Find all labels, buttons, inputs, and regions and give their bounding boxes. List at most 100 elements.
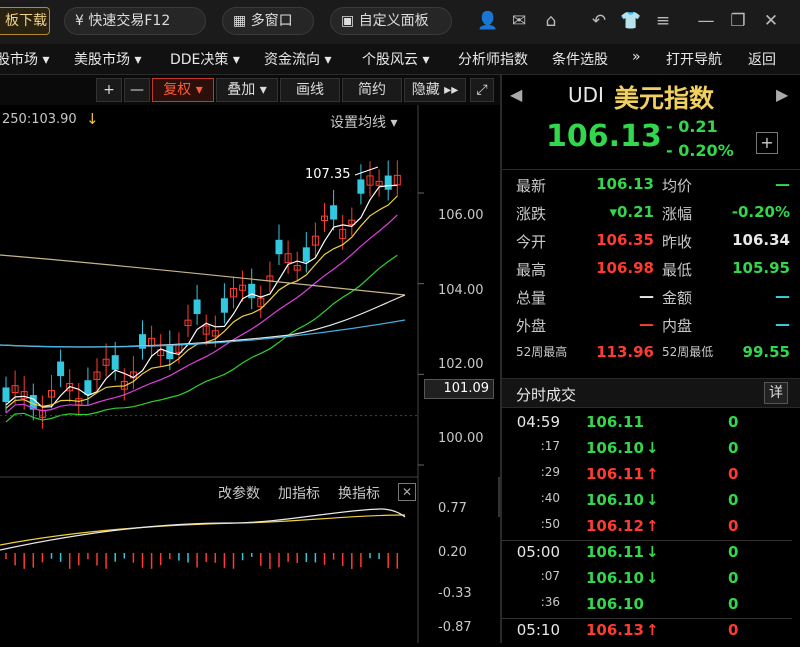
fuquan-button[interactable]: 复权 ▾ bbox=[152, 78, 214, 102]
hide-button[interactable]: 隐藏 ▸▸ bbox=[404, 78, 466, 102]
tick-row: :29 106.11 ↑ 0 bbox=[502, 465, 792, 491]
tick-time: :07 bbox=[540, 569, 560, 583]
candle bbox=[275, 239, 283, 255]
custom-panel-label: 自定义面板 bbox=[358, 13, 429, 29]
tick-row: 05:00 106.11 ↓ 0 bbox=[502, 543, 792, 569]
quote-value: ▾0.21 bbox=[609, 203, 654, 221]
add-indicator-link[interactable]: 加指标 bbox=[278, 483, 320, 503]
menu-item-dde[interactable]: DDE决策 ▾ bbox=[170, 49, 240, 69]
candle bbox=[111, 355, 119, 370]
menu-more[interactable]: » bbox=[632, 49, 641, 65]
change-params-link[interactable]: 改参数 bbox=[218, 483, 260, 503]
price-change: - 0.21 bbox=[666, 117, 718, 136]
arrow-down-icon: ↓ bbox=[646, 543, 659, 561]
quote-label: 最低 bbox=[662, 261, 693, 279]
tick-time: 05:10 bbox=[516, 621, 560, 639]
zoom-in-button[interactable]: + bbox=[96, 78, 122, 102]
quote-value: 106.98 bbox=[596, 259, 654, 277]
quote-label: 52周最高 bbox=[516, 345, 568, 359]
tick-row: 05:10 106.13 ↑ 0 bbox=[502, 621, 792, 647]
undo-icon[interactable]: ↶ bbox=[588, 10, 610, 32]
close-indicator-icon[interactable]: ✕ bbox=[398, 483, 416, 501]
menu-item-stock-news[interactable]: 个股风云 ▾ bbox=[362, 49, 429, 69]
tick-volume: 0 bbox=[728, 621, 739, 639]
tick-price: 106.11 bbox=[586, 413, 644, 431]
fast-trade-label: 快速交易F12 bbox=[88, 13, 171, 29]
switch-indicator-link[interactable]: 换指标 bbox=[338, 483, 380, 503]
menu-item-stock-screener[interactable]: 条件选股 bbox=[552, 49, 608, 69]
simple-button[interactable]: 简约 bbox=[342, 78, 402, 102]
zoom-out-button[interactable]: — bbox=[124, 78, 150, 102]
close-icon[interactable]: ✕ bbox=[760, 10, 782, 32]
tick-price: 106.10 bbox=[586, 491, 644, 509]
quote-value: 106.13 bbox=[596, 175, 654, 193]
menu-icon[interactable]: ≡ bbox=[652, 10, 674, 32]
symbol-name: 美元指数 bbox=[614, 84, 715, 113]
ma-line bbox=[5, 184, 398, 408]
tick-time: :50 bbox=[540, 517, 560, 531]
shirt-icon[interactable]: 👕 bbox=[620, 10, 642, 32]
minimize-icon[interactable]: — bbox=[695, 10, 717, 32]
quote-value: 106.35 bbox=[596, 231, 654, 249]
add-watchlist-icon[interactable]: + bbox=[756, 132, 778, 154]
tick-time: :40 bbox=[540, 491, 560, 505]
ma-settings-button[interactable]: 设置均线 ▾ bbox=[330, 112, 397, 132]
arrow-down-icon: ↓ bbox=[646, 491, 659, 509]
grid-icon: ▦ bbox=[233, 13, 247, 29]
quote-value: 99.55 bbox=[742, 343, 790, 361]
quote-value: -0.20% bbox=[731, 203, 790, 221]
menu-item-stock-market[interactable]: 股市场 ▾ bbox=[0, 49, 49, 69]
custom-panel-button[interactable]: ▣ 自定义面板 bbox=[330, 7, 452, 35]
quote-value: — bbox=[639, 287, 654, 305]
candle bbox=[193, 299, 201, 315]
menu-item-open-nav[interactable]: 打开导航 bbox=[666, 49, 722, 69]
ticks-title: 分时成交 bbox=[516, 386, 577, 404]
kline-chart[interactable]: 250:103.90 ↓ 设置均线 ▾ 107.35 106.00 104.00… bbox=[0, 105, 510, 643]
quote-label: 均价 bbox=[662, 177, 693, 195]
arrow-up-icon: ↑ bbox=[646, 621, 659, 639]
lower-yaxis-label: -0.87 bbox=[438, 620, 472, 635]
expand-chart-icon[interactable]: ⤢ bbox=[470, 78, 494, 102]
quote-label: 昨收 bbox=[662, 233, 693, 251]
tick-time: :29 bbox=[540, 465, 560, 479]
menu-item-back[interactable]: 返回 bbox=[748, 49, 776, 69]
mail-icon[interactable]: ✉ bbox=[508, 10, 530, 32]
menu-item-us-market[interactable]: 美股市场 ▾ bbox=[74, 49, 141, 69]
tick-price: 106.13 bbox=[586, 621, 644, 639]
tick-volume: 0 bbox=[728, 413, 739, 431]
quote-label: 最新 bbox=[516, 177, 547, 195]
yaxis-label: 104.00 bbox=[438, 283, 484, 298]
user-icon[interactable]: 👤 bbox=[477, 10, 499, 32]
fast-trade-button[interactable]: ¥ 快速交易F12 bbox=[64, 7, 206, 35]
ma-arrow-icon: ↓ bbox=[86, 110, 99, 128]
tick-volume: 0 bbox=[728, 517, 739, 535]
tick-row: :07 106.10 ↓ 0 bbox=[502, 569, 792, 595]
tick-price: 106.10 bbox=[586, 595, 644, 613]
ticks-list: 04:59 106.11 0:17 106.10 ↓ 0:29 106.11 ↑ 0:40 106… bbox=[502, 413, 800, 643]
quote-value: — bbox=[639, 315, 654, 333]
top-toolbar: 板下载 ¥ 快速交易F12 ▦ 多窗口 ▣ 自定义面板 👤 ✉ ⌂ ↶ 👕 ≡ … bbox=[0, 0, 800, 44]
ticks-header-bar: 分时成交 详 bbox=[502, 378, 800, 408]
quote-value: — bbox=[775, 175, 790, 193]
yen-icon: ¥ bbox=[75, 13, 84, 29]
draw-line-button[interactable]: 画线 bbox=[280, 78, 340, 102]
ticks-detail-button[interactable]: 详 bbox=[764, 382, 788, 404]
home-icon[interactable]: ⌂ bbox=[540, 10, 562, 32]
quote-value: 105.95 bbox=[732, 259, 790, 277]
ma-line bbox=[5, 254, 398, 423]
overlay-button[interactable]: 叠加 ▾ bbox=[216, 78, 278, 102]
download-button[interactable]: 板下载 bbox=[0, 7, 50, 35]
divider bbox=[502, 540, 792, 541]
yaxis-label: 106.00 bbox=[438, 208, 484, 223]
prev-symbol-icon[interactable]: ◀ bbox=[510, 85, 522, 104]
menu-item-capital-flow[interactable]: 资金流向 ▾ bbox=[264, 49, 331, 69]
quote-panel: ◀ UDI 美元指数 ▶ 106.13 - 0.21 - 0.20% + 最新 1… bbox=[500, 75, 800, 643]
tick-time: :36 bbox=[540, 595, 560, 609]
panel-icon: ▣ bbox=[341, 13, 355, 29]
multi-window-button[interactable]: ▦ 多窗口 bbox=[222, 7, 314, 35]
next-symbol-icon[interactable]: ▶ bbox=[776, 85, 788, 104]
menu-item-analyst-index[interactable]: 分析师指数 bbox=[458, 49, 528, 69]
restore-icon[interactable]: ❐ bbox=[727, 10, 749, 32]
quote-value: — bbox=[775, 287, 790, 305]
ma250-label: 250:103.90 bbox=[2, 112, 77, 127]
